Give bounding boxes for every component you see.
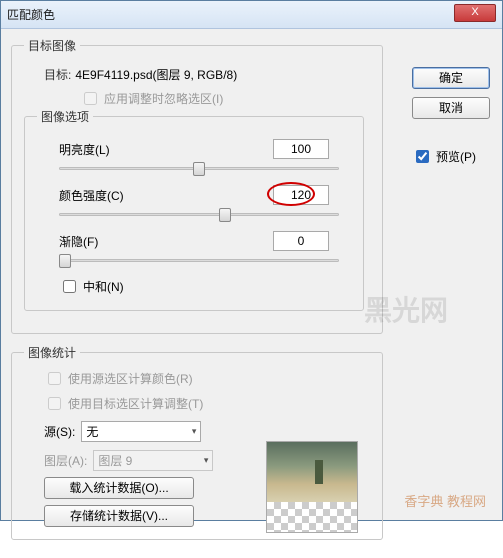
slider-track	[59, 259, 339, 262]
use-target-sel-checkbox	[48, 397, 61, 410]
slider-thumb[interactable]	[59, 254, 71, 268]
intensity-label: 颜色强度(C)	[59, 187, 124, 204]
neutralize-row: 中和(N)	[59, 277, 351, 296]
source-select[interactable]: 无 ▾	[81, 421, 201, 442]
neutralize-checkbox[interactable]	[63, 280, 76, 293]
use-source-sel-checkbox	[48, 372, 61, 385]
luminance-row: 明亮度(L) 100	[59, 139, 329, 159]
use-source-sel-row: 使用源选区计算颜色(R)	[44, 369, 370, 388]
close-button[interactable]: X	[454, 4, 496, 22]
layer-label: 图层(A):	[44, 452, 87, 469]
right-column: 确定 取消 预览(P)	[412, 67, 490, 166]
use-source-sel-label: 使用源选区计算颜色(R)	[68, 370, 193, 387]
use-target-sel-row: 使用目标选区计算调整(T)	[44, 394, 370, 413]
cancel-button[interactable]: 取消	[412, 97, 490, 119]
image-options-group: 图像选项 明亮度(L) 100 颜色强度(C) 120	[24, 108, 364, 311]
save-stats-button[interactable]: 存储统计数据(V)...	[44, 505, 194, 527]
neutralize-label: 中和(N)	[83, 278, 124, 295]
fade-row: 渐隐(F) 0	[59, 231, 329, 251]
source-label: 源(S):	[44, 423, 75, 440]
source-row: 源(S): 无 ▾	[44, 421, 370, 442]
preview-label: 预览(P)	[436, 148, 476, 165]
intensity-input[interactable]: 120	[273, 185, 329, 205]
titlebar[interactable]: 匹配颜色 X	[1, 1, 502, 29]
target-value: 4E9F4119.psd(图层 9, RGB/8)	[75, 66, 237, 83]
chevron-down-icon: ▾	[204, 455, 209, 466]
intensity-slider[interactable]	[59, 207, 339, 223]
intensity-row: 颜色强度(C) 120	[59, 185, 329, 205]
dialog-window: 匹配颜色 X 确定 取消 预览(P) 目标图像 目标: 4E9F4119.psd…	[0, 0, 503, 521]
preview-checkbox-row: 预览(P)	[412, 147, 490, 166]
target-image-group: 目标图像 目标: 4E9F4119.psd(图层 9, RGB/8) 应用调整时…	[11, 37, 383, 334]
load-stats-button[interactable]: 载入统计数据(O)...	[44, 477, 194, 499]
image-stats-group: 图像统计 使用源选区计算颜色(R) 使用目标选区计算调整(T) 源(S): 无 …	[11, 344, 383, 540]
image-options-legend: 图像选项	[37, 108, 93, 125]
window-title: 匹配颜色	[7, 6, 55, 23]
target-row: 目标: 4E9F4119.psd(图层 9, RGB/8)	[44, 66, 370, 83]
use-target-sel-label: 使用目标选区计算调整(T)	[68, 395, 203, 412]
target-image-legend: 目标图像	[24, 37, 80, 54]
fade-slider[interactable]	[59, 253, 339, 269]
chevron-down-icon: ▾	[192, 426, 197, 437]
layer-value: 图层 9	[98, 452, 132, 469]
layer-select: 图层 9 ▾	[93, 450, 213, 471]
image-stats-legend: 图像统计	[24, 344, 80, 361]
slider-thumb[interactable]	[219, 208, 231, 222]
luminance-input[interactable]: 100	[273, 139, 329, 159]
stats-buttons: 载入统计数据(O)... 存储统计数据(V)...	[44, 477, 194, 527]
thumbnail-image	[267, 442, 357, 502]
fade-input[interactable]: 0	[273, 231, 329, 251]
dialog-body: 确定 取消 预览(P) 目标图像 目标: 4E9F4119.psd(图层 9, …	[1, 29, 502, 558]
slider-track	[59, 213, 339, 216]
luminance-slider[interactable]	[59, 161, 339, 177]
ignore-selection-label: 应用调整时忽略选区(I)	[104, 90, 223, 107]
target-label: 目标:	[44, 66, 71, 83]
luminance-label: 明亮度(L)	[59, 141, 110, 158]
slider-thumb[interactable]	[193, 162, 205, 176]
source-value: 无	[86, 423, 98, 440]
transparency-checker	[267, 502, 357, 532]
fade-label: 渐隐(F)	[59, 233, 98, 250]
ignore-selection-row: 应用调整时忽略选区(I)	[80, 89, 370, 108]
ignore-selection-checkbox	[84, 92, 97, 105]
preview-checkbox[interactable]	[416, 150, 429, 163]
ok-button[interactable]: 确定	[412, 67, 490, 89]
thumbnail-preview	[266, 441, 358, 533]
